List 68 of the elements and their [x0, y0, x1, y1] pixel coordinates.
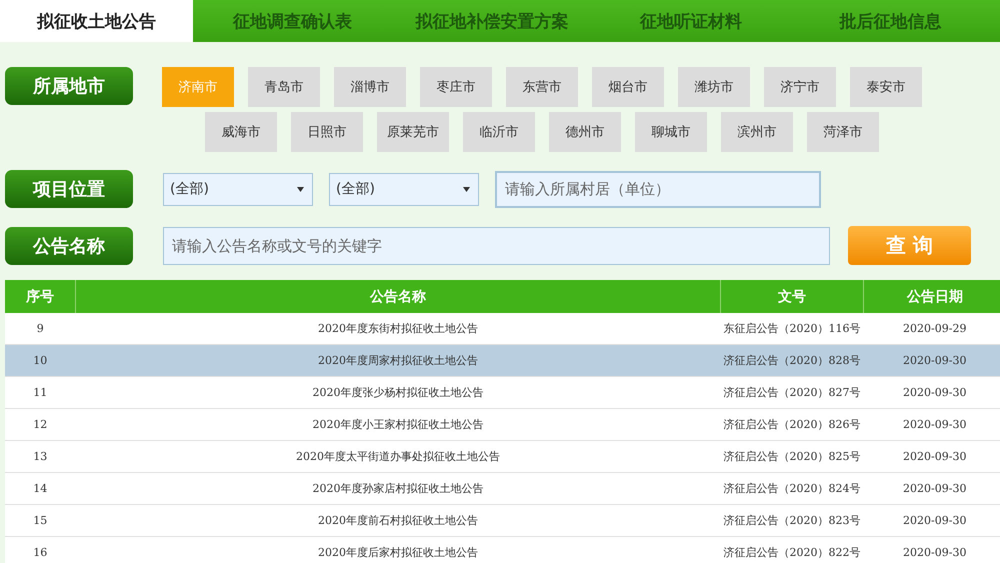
filter-label: 公告名称 — [5, 226, 133, 264]
table-cell: 2020-09-30 — [864, 408, 1000, 440]
table-cell: 11 — [5, 376, 76, 408]
column-header: 文号 — [720, 280, 864, 313]
table-cell: 2020年度前石村拟征收土地公告 — [76, 504, 720, 536]
filter-label: 项目位置 — [5, 170, 133, 208]
tab[interactable]: 拟征收土地公告 — [0, 0, 193, 42]
table-row[interactable]: 15 2020年度前石村拟征收土地公告 济征启公告（2020）823号 2020-09-30 — [5, 504, 1000, 536]
table-cell: 2020年度张少杨村拟征收土地公告 — [76, 376, 720, 408]
city-button[interactable]: 原莱芜市 — [377, 112, 449, 152]
city-button[interactable]: 日照市 — [291, 112, 363, 152]
table-row[interactable]: 14 2020年度孙家店村拟征收土地公告 济征启公告（2020）824号 2020-09-30 — [5, 472, 1000, 504]
table-cell: 济征启公告（2020）826号 — [720, 408, 864, 440]
table-cell: 2020-09-30 — [864, 472, 1000, 504]
table-cell: 济征启公告（2020）825号 — [720, 440, 864, 472]
filter-label: 所属地市 — [5, 67, 133, 105]
table-cell: 2020年度东街村拟征收土地公告 — [76, 313, 720, 344]
table-cell: 东征启公告（2020）116号 — [720, 313, 864, 344]
table-row[interactable]: 13 2020年度太平街道办事处拟征收土地公告 济征启公告（2020）825号 2020-09-30 — [5, 440, 1000, 472]
caret-icon — [297, 186, 304, 192]
table-cell: 济征启公告（2020）824号 — [720, 472, 864, 504]
table-cell: 2020年度小王家村拟征收土地公告 — [76, 408, 720, 440]
city-button[interactable]: 滨州市 — [721, 112, 793, 152]
village-field[interactable]: 请输入所属村居（单位） — [495, 170, 821, 208]
table-row[interactable]: 11 2020年度张少杨村拟征收土地公告 济征启公告（2020）827号 2020-09-30 — [5, 376, 1000, 408]
table-cell: 16 — [5, 536, 76, 563]
table-cell: 2020-09-29 — [864, 313, 1000, 344]
table-cell: 2020-09-30 — [864, 440, 1000, 472]
table-cell: 2020年度后家村拟征收土地公告 — [76, 536, 720, 563]
table-cell: 15 — [5, 504, 76, 536]
city-button[interactable]: 潍坊市 — [678, 67, 750, 107]
city-button[interactable]: 德州市 — [549, 112, 621, 152]
city-button[interactable]: 菏泽市 — [807, 112, 879, 152]
city-button[interactable]: 泰安市 — [850, 67, 922, 107]
table-cell: 2020年度孙家店村拟征收土地公告 — [76, 472, 720, 504]
table-cell: 2020年度太平街道办事处拟征收土地公告 — [76, 440, 720, 472]
table-cell: 济征启公告（2020）828号 — [720, 344, 864, 376]
table-row[interactable]: 16 2020年度后家村拟征收土地公告 济征启公告（2020）822号 2020-09-30 — [5, 536, 1000, 563]
column-header: 公告名称 — [76, 280, 720, 313]
city-button[interactable]: 淄博市 — [334, 67, 406, 107]
table-cell: 14 — [5, 472, 76, 504]
table-row[interactable]: 12 2020年度小王家村拟征收土地公告 济征启公告（2020）826号 2020-09-30 — [5, 408, 1000, 440]
table-cell: 2020-09-30 — [864, 344, 1000, 376]
city-button[interactable]: 临沂市 — [463, 112, 535, 152]
keyword-field[interactable]: 请输入公告名称或文号的关键字 — [163, 226, 830, 264]
city-button[interactable]: 聊城市 — [635, 112, 707, 152]
dropdown[interactable]: (全部) — [329, 172, 479, 206]
city-button[interactable]: 威海市 — [205, 112, 277, 152]
table-cell: 济征启公告（2020）822号 — [720, 536, 864, 563]
dropdown[interactable]: (全部) — [163, 172, 313, 206]
caret-icon — [463, 186, 470, 192]
city-button[interactable]: 青岛市 — [248, 67, 320, 107]
table-cell: 2020-09-30 — [864, 536, 1000, 563]
column-header: 序号 — [5, 280, 76, 313]
column-header: 公告日期 — [864, 280, 1000, 313]
table-cell: 9 — [5, 313, 76, 344]
city-button[interactable]: 烟台市 — [592, 67, 664, 107]
table-cell: 10 — [5, 344, 76, 376]
table-cell: 济征启公告（2020）823号 — [720, 504, 864, 536]
table-cell: 济征启公告（2020）827号 — [720, 376, 864, 408]
city-button[interactable]: 东营市 — [506, 67, 578, 107]
table-cell: 13 — [5, 440, 76, 472]
table-cell: 2020年度周家村拟征收土地公告 — [76, 344, 720, 376]
table-cell: 2020-09-30 — [864, 376, 1000, 408]
city-button[interactable]: 济宁市 — [764, 67, 836, 107]
city-button[interactable]: 枣庄市 — [420, 67, 492, 107]
table-cell: 12 — [5, 408, 76, 440]
table-cell: 2020-09-30 — [864, 504, 1000, 536]
